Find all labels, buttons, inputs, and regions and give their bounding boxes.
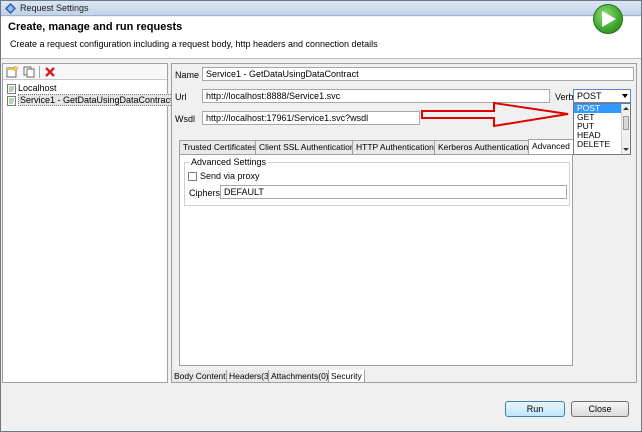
verb-option-delete[interactable]: DELETE [574, 140, 621, 149]
verb-select[interactable]: POST [573, 89, 631, 103]
delete-request-icon[interactable] [44, 66, 56, 78]
dialog-title: Create, manage and run requests [8, 21, 183, 33]
name-field[interactable]: Service1 - GetDataUsingDataContract [202, 67, 634, 81]
run-icon [593, 4, 623, 34]
request-file-icon [7, 95, 16, 106]
ciphers-label: Ciphers: [189, 188, 223, 198]
tree-item-label: Service1 - GetDataUsingDataContract [18, 94, 175, 106]
wsdl-field[interactable]: http://localhost:17961/Service1.svc?wsdl [202, 111, 420, 125]
run-button[interactable]: Run [505, 401, 565, 417]
tab-security[interactable]: Security [328, 370, 365, 383]
send-via-proxy-label: Send via proxy [200, 171, 260, 181]
tree-item-label: Localhost [18, 83, 57, 93]
verb-selected-value: POST [577, 91, 602, 101]
name-label: Name [175, 70, 200, 80]
wsdl-label: Wsdl [175, 114, 195, 124]
tab-client-ssl-authentication[interactable]: Client SSL Authentication [255, 140, 359, 154]
scrollbar-thumb[interactable] [623, 116, 629, 130]
dropdown-scrollbar[interactable] [621, 104, 630, 154]
dialog-header: Create, manage and run requests Create a… [1, 17, 641, 59]
window-title: Request Settings [20, 3, 89, 13]
verb-dropdown-list[interactable]: POST GET PUT HEAD DELETE [573, 103, 631, 155]
tab-body-content[interactable]: Body Content [171, 370, 229, 383]
tab-advanced[interactable]: Advanced [528, 139, 574, 154]
close-button[interactable]: Close [571, 401, 629, 417]
copy-request-icon[interactable] [23, 66, 35, 78]
app-icon [5, 3, 16, 14]
tree-item-service1[interactable]: Service1 - GetDataUsingDataContract [7, 94, 175, 107]
request-tree-panel: Localhost Service1 - GetDataUsingDataCon… [2, 63, 175, 383]
request-file-icon [7, 83, 16, 94]
dialog-description: Create a request configuration including… [10, 39, 378, 49]
new-request-icon[interactable] [6, 66, 18, 78]
tab-trusted-certificates[interactable]: Trusted Certificates [179, 140, 261, 154]
scroll-up-icon[interactable] [623, 107, 629, 110]
tab-kerberos-authentication[interactable]: Kerberos Authentication [434, 140, 533, 154]
red-arrow-annotation [421, 101, 569, 128]
advanced-settings-group [184, 162, 570, 206]
tab-http-authentication[interactable]: HTTP Authentication [352, 140, 438, 154]
advanced-settings-label: Advanced Settings [189, 157, 269, 167]
toolbar-separator [39, 66, 40, 78]
url-label: Url [175, 92, 187, 102]
title-bar[interactable]: Request Settings [1, 1, 641, 16]
ciphers-field[interactable]: DEFAULT [220, 185, 567, 199]
scroll-down-icon[interactable] [623, 148, 629, 151]
send-via-proxy-checkbox[interactable] [188, 172, 197, 181]
tab-attachments[interactable]: Attachments(0) [268, 370, 332, 383]
tree-toolbar [3, 64, 167, 80]
chevron-down-icon[interactable] [622, 94, 628, 98]
